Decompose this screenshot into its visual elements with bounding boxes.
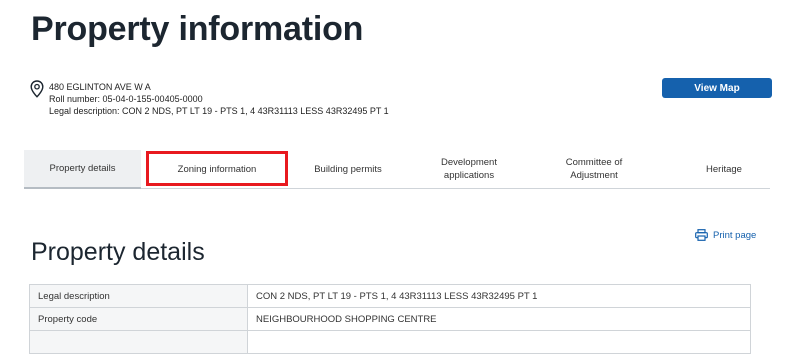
row-label-legal-description: Legal description bbox=[29, 284, 248, 308]
roll-number: Roll number: 05-04-0-155-00405-0000 bbox=[49, 94, 203, 104]
tab-property-details[interactable]: Property details bbox=[24, 150, 141, 189]
printer-icon bbox=[695, 229, 708, 241]
tab-bar: Property details Zoning information Buil… bbox=[24, 150, 770, 189]
page-title: Property information bbox=[31, 10, 364, 48]
property-address: 480 EGLINTON AVE W A bbox=[49, 82, 151, 92]
table-row: Property code NEIGHBOURHOOD SHOPPING CEN… bbox=[29, 307, 751, 331]
property-details-table: Legal description CON 2 NDS, PT LT 19 - … bbox=[29, 284, 751, 354]
tab-zoning-information[interactable]: Zoning information bbox=[146, 150, 288, 188]
property-address-block: 480 EGLINTON AVE W A Roll number: 05-04-… bbox=[49, 81, 389, 117]
location-pin-icon bbox=[30, 80, 44, 98]
view-map-button[interactable]: View Map bbox=[662, 78, 772, 98]
print-page-link[interactable]: Print page bbox=[695, 229, 756, 241]
print-page-label: Print page bbox=[713, 229, 757, 241]
tab-building-permits[interactable]: Building permits bbox=[288, 150, 408, 188]
page: Property information 480 EGLINTON AVE W … bbox=[0, 0, 786, 356]
row-label-partial bbox=[29, 330, 248, 354]
row-value-partial bbox=[247, 330, 751, 354]
row-value-property-code: NEIGHBOURHOOD SHOPPING CENTRE bbox=[247, 307, 751, 331]
tab-development-applications[interactable]: Development applications bbox=[419, 150, 519, 188]
table-row: Legal description CON 2 NDS, PT LT 19 - … bbox=[29, 284, 751, 308]
section-title: Property details bbox=[31, 238, 205, 266]
legal-description-summary: Legal description: CON 2 NDS, PT LT 19 -… bbox=[49, 106, 389, 116]
table-row bbox=[29, 330, 751, 354]
tab-heritage[interactable]: Heritage bbox=[679, 150, 769, 188]
row-value-legal-description: CON 2 NDS, PT LT 19 - PTS 1, 4 43R31113 … bbox=[247, 284, 751, 308]
tab-committee-of-adjustment[interactable]: Committee of Adjustment bbox=[544, 150, 644, 188]
row-label-property-code: Property code bbox=[29, 307, 248, 331]
